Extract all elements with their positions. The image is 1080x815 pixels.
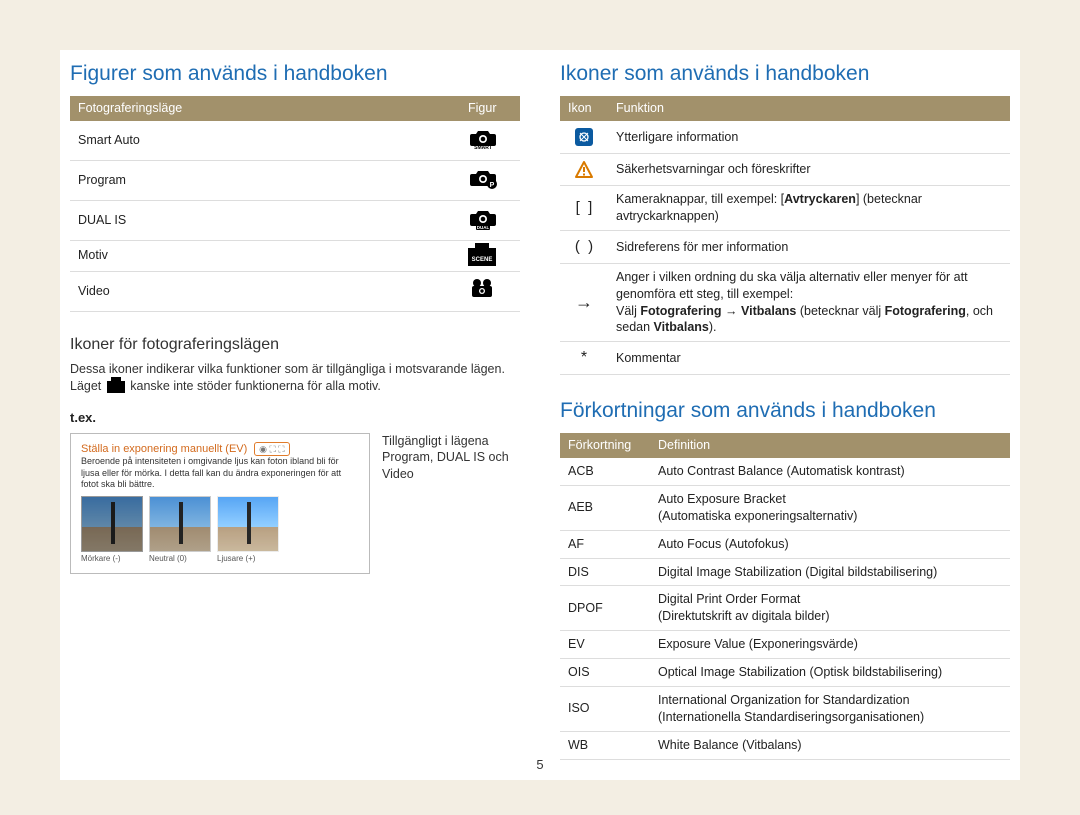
abbr-def-cell: Auto Contrast Balance (Automatisk kontra…: [650, 458, 1010, 485]
example-thumbnail: [149, 496, 211, 552]
manual-page: Figurer som används i handboken Fotograf…: [60, 50, 1020, 780]
abbr-col1-header: Förkortning: [560, 433, 650, 458]
camera-p-icon: P: [460, 161, 520, 201]
figures-col1-header: Fotograferingsläge: [70, 96, 460, 121]
abbr-cell: AF: [560, 530, 650, 558]
abbr-def-cell: Auto Focus (Autofokus): [650, 530, 1010, 558]
figure-mode-cell: Smart Auto: [70, 121, 460, 160]
icon-function-cell: Ytterligare information: [608, 121, 1010, 153]
abbr-col2-header: Definition: [650, 433, 1010, 458]
figures-table: Fotograferingsläge Figur Smart Auto SMAR…: [70, 96, 520, 311]
example-label: t.ex.: [70, 409, 520, 427]
left-column: Figurer som används i handboken Fotograf…: [60, 50, 530, 780]
arrow-right-icon: →: [560, 263, 608, 342]
abbr-def-cell: Digital Image Stabilization (Digital bil…: [650, 558, 1010, 586]
example-panel: Ställa in exponering manuellt (EV) ◉ ⛶ ⛶…: [70, 433, 370, 574]
example-panel-title: Ställa in exponering manuellt (EV): [81, 443, 247, 455]
info-square-icon: [560, 121, 608, 153]
parens-icon: ( ): [560, 231, 608, 264]
icon-function-cell: Anger i vilken ordning du ska välja alte…: [608, 263, 1010, 342]
camera-video-icon: [460, 271, 520, 311]
icons-table: Ikon Funktion Ytterligare information Sä…: [560, 96, 1010, 375]
abbr-def-cell: White Balance (Vitbalans): [650, 731, 1010, 759]
abbr-cell: WB: [560, 731, 650, 759]
icons-heading: Ikoner som används i handboken: [560, 60, 1010, 88]
icon-function-cell: Säkerhetsvarningar och föreskrifter: [608, 153, 1010, 186]
scene-inline-icon: [107, 381, 125, 393]
abbr-heading: Förkortningar som används i handboken: [560, 397, 1010, 425]
icon-function-cell: Sidreferens för mer information: [608, 231, 1010, 264]
icon-function-cell: Kameraknappar, till exempel: [Avtryckare…: [608, 186, 1010, 231]
abbr-cell: OIS: [560, 659, 650, 687]
abbr-def-cell: Optical Image Stabilization (Optisk bild…: [650, 659, 1010, 687]
example-thumbnail: [81, 496, 143, 552]
abbr-table: Förkortning Definition ACB Auto Contrast…: [560, 433, 1010, 759]
figure-mode-cell: Program: [70, 161, 460, 201]
abbr-cell: ACB: [560, 458, 650, 485]
example-thumbnail-label: Neutral (0): [149, 554, 211, 565]
example-thumbnails: Mörkare (-) Neutral (0) Ljusare (+): [81, 496, 359, 565]
example-thumbnail: [217, 496, 279, 552]
example-caption: Tillgängligt i lägena Program, DUAL IS o…: [382, 433, 520, 484]
warning-triangle-icon: [560, 153, 608, 186]
page-number: 5: [60, 756, 1020, 774]
example-panel-desc: Beroende på intensiteten i omgivande lju…: [81, 456, 359, 490]
abbr-cell: DIS: [560, 558, 650, 586]
abbr-def-cell: Exposure Value (Exponeringsvärde): [650, 631, 1010, 659]
asterisk-icon: *: [560, 342, 608, 375]
camera-smart-icon: SMART: [460, 121, 520, 160]
figure-mode-cell: DUAL IS: [70, 200, 460, 240]
camera-scene-icon: SCENE: [460, 240, 520, 271]
abbr-cell: AEB: [560, 485, 650, 530]
brackets-icon: [ ]: [560, 186, 608, 231]
example-box: Ställa in exponering manuellt (EV) ◉ ⛶ ⛶…: [70, 433, 520, 574]
icons-col1-header: Ikon: [560, 96, 608, 121]
abbr-cell: EV: [560, 631, 650, 659]
figure-mode-cell: Motiv: [70, 240, 460, 271]
camera-dual-icon: DUAL: [460, 200, 520, 240]
abbr-def-cell: Digital Print Order Format(Direktutskrif…: [650, 586, 1010, 631]
mode-icons-subheading: Ikoner för fotograferingslägen: [70, 334, 520, 356]
right-column: Ikoner som används i handboken Ikon Funk…: [560, 50, 1020, 780]
icon-function-cell: Kommentar: [608, 342, 1010, 375]
abbr-cell: ISO: [560, 686, 650, 731]
example-thumbnail-label: Mörkare (-): [81, 554, 143, 565]
example-panel-mode-icons: ◉ ⛶ ⛶: [254, 442, 289, 456]
svg-text:SMART: SMART: [474, 145, 492, 150]
abbr-def-cell: Auto Exposure Bracket(Automatiska expone…: [650, 485, 1010, 530]
example-thumbnail-label: Ljusare (+): [217, 554, 279, 565]
abbr-cell: DPOF: [560, 586, 650, 631]
abbr-def-cell: International Organization for Standardi…: [650, 686, 1010, 731]
figures-heading: Figurer som används i handboken: [70, 60, 520, 88]
svg-text:DUAL: DUAL: [477, 225, 490, 230]
figure-mode-cell: Video: [70, 271, 460, 311]
figures-col2-header: Figur: [460, 96, 520, 121]
svg-text:P: P: [490, 182, 495, 189]
icons-col2-header: Funktion: [608, 96, 1010, 121]
mode-icons-body: Dessa ikoner indikerar vilka funktioner …: [70, 361, 520, 395]
